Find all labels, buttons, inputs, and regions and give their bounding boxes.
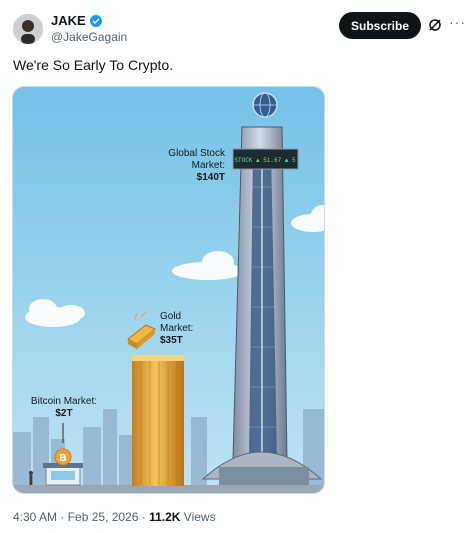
subscribe-button[interactable]: Subscribe: [339, 12, 421, 39]
author-handle[interactable]: @JakeGagain: [51, 30, 127, 44]
ticker-text: STOCK ▲ 51.67 ▲ 5: [234, 157, 296, 164]
meta-separator: ·: [57, 510, 68, 524]
meta-separator: ·: [138, 510, 150, 524]
author-name[interactable]: JAKE: [51, 13, 102, 28]
gold-value: $35T: [160, 335, 183, 346]
tweet-image[interactable]: B STOCK ▲ 51.67 ▲ 5 Global Stock Market:…: [12, 86, 325, 494]
stock-value: $140T: [197, 172, 225, 183]
gold-label-line2: Market:: [160, 323, 193, 334]
bitcoin-label: Bitcoin Market:: [31, 396, 97, 407]
display-name[interactable]: JAKE: [51, 13, 86, 28]
infographic-illustration: B STOCK ▲ 51.67 ▲ 5 Global Stock Market:…: [13, 87, 324, 493]
person: [29, 471, 33, 485]
tweet-text: We're So Early To Crypto.: [13, 57, 174, 73]
stock-label-line2: Market:: [192, 160, 225, 171]
gold-building: [132, 355, 184, 486]
gold-label-line1: Gold: [160, 311, 181, 322]
tweet-time[interactable]: 4:30 AM: [13, 510, 57, 524]
bitcoin-symbol: B: [59, 453, 66, 464]
grok-icon[interactable]: [428, 18, 442, 32]
verified-badge-icon: [89, 14, 102, 27]
avatar[interactable]: [13, 14, 43, 44]
more-icon[interactable]: ···: [449, 14, 466, 30]
bitcoin-value: $2T: [55, 408, 72, 419]
stock-label-line1: Global Stock: [168, 148, 226, 159]
avatar-image: [13, 14, 43, 44]
views-label: Views: [180, 510, 216, 524]
tweet-date[interactable]: Feb 25, 2026: [68, 510, 139, 524]
views-count: 11.2K: [149, 510, 181, 524]
tweet-meta: 4:30 AM · Feb 25, 2026 · 11.2K Views: [13, 510, 216, 524]
